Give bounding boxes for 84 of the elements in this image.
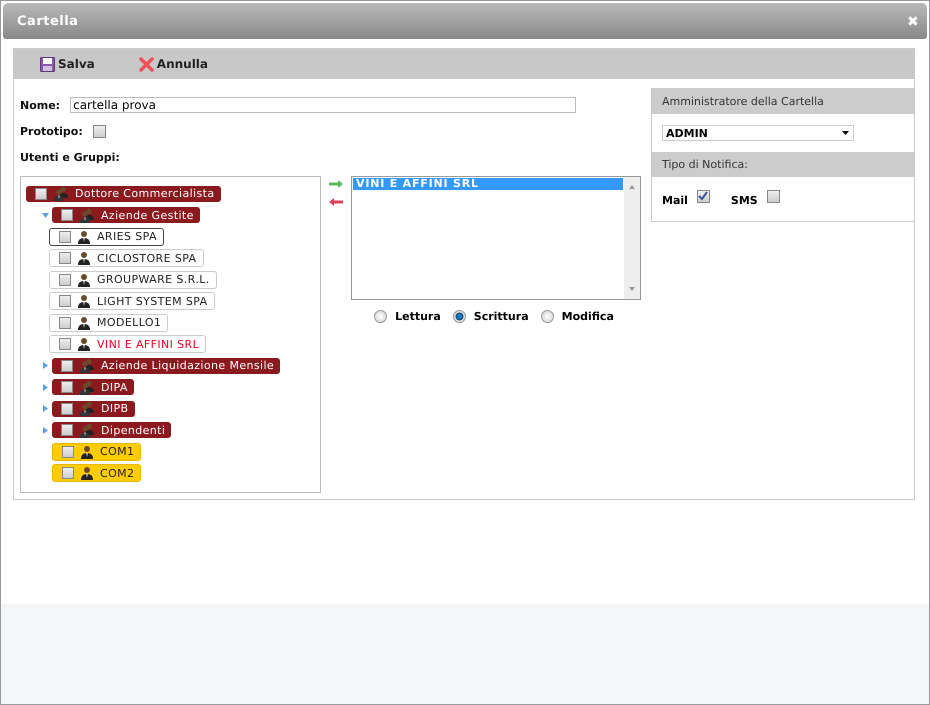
node-label: Dipendenti [101, 424, 166, 437]
name-field[interactable]: cartella prova [70, 97, 576, 113]
tree-node[interactable]: ARIES SPA [49, 228, 164, 246]
radio-button[interactable] [540, 310, 554, 323]
option-label: SMS [730, 194, 758, 206]
person-icon [77, 337, 91, 352]
radio-label: Scrittura [474, 310, 529, 323]
tree-node[interactable]: VINI E AFFINI SRL [49, 335, 206, 354]
section-header: Amministratore della Cartella [652, 89, 914, 114]
tree-node[interactable]: Dipendenti [52, 422, 172, 438]
tree-node[interactable]: CICLOSTORE SPA [49, 249, 204, 268]
collapse-icon[interactable] [39, 212, 52, 219]
people-icon [79, 208, 95, 223]
name-label: Nome: [20, 98, 60, 112]
node-label: LIGHT SYSTEM SPA [97, 294, 208, 308]
window-title: Cartella [17, 14, 78, 28]
person-icon [80, 444, 94, 459]
tree-node[interactable]: DIPB [52, 400, 134, 417]
save-button[interactable]: Salva [40, 56, 95, 72]
node-label: COM1 [100, 445, 134, 458]
admin-dropdown[interactable]: ADMIN [662, 125, 854, 141]
node-label: Aziende Gestite [101, 208, 194, 222]
checkbox[interactable] [59, 252, 71, 264]
node-label: GROUPWARE S.R.L. [97, 273, 210, 286]
checkbox[interactable] [766, 190, 780, 202]
checkbox[interactable] [61, 209, 73, 222]
person-icon [77, 272, 91, 287]
node-label: DIPA [101, 380, 128, 394]
tree-node[interactable]: GROUPWARE S.R.L. [49, 270, 217, 289]
section-header: Tipo di Notifica: [652, 152, 914, 177]
close-icon [138, 56, 154, 72]
person-icon [77, 251, 91, 266]
person-icon [77, 230, 91, 244]
checkbox[interactable] [61, 360, 73, 372]
checkbox[interactable] [35, 188, 47, 200]
person-icon [77, 316, 91, 330]
people-icon [79, 358, 95, 374]
people-icon [53, 186, 69, 202]
checkbox[interactable] [61, 424, 73, 436]
prototype-checkbox[interactable] [92, 124, 106, 138]
person-icon [80, 466, 94, 480]
checkbox[interactable] [696, 190, 710, 202]
radio-label: Lettura [395, 310, 441, 323]
add-arrow-icon[interactable] [329, 180, 343, 188]
node-label: CICLOSTORE SPA [97, 252, 196, 265]
checkbox[interactable] [61, 381, 73, 394]
person-icon [77, 294, 91, 308]
checkbox[interactable] [62, 467, 74, 480]
checkbox[interactable] [62, 446, 74, 458]
checkbox[interactable] [59, 230, 71, 243]
tree-node[interactable]: MODELLO1 [49, 314, 168, 332]
people-icon [79, 380, 95, 395]
checkbox[interactable] [59, 338, 71, 350]
scrollbar[interactable] [624, 177, 640, 299]
tree-node[interactable]: DIPA [52, 379, 134, 396]
node-label: DIPB [101, 402, 128, 416]
node-label: COM2 [100, 466, 134, 480]
tree-node[interactable]: COM1 [52, 442, 142, 461]
checkbox[interactable] [61, 402, 73, 415]
cancel-button[interactable]: Annulla [138, 56, 208, 72]
users-groups-label: Utenti e Gruppi: [20, 150, 120, 164]
node-label: ARIES SPA [97, 230, 157, 244]
prototype-label: Prototipo: [20, 124, 83, 138]
tree-node[interactable]: Dottore Commercialista [26, 186, 221, 202]
checkbox[interactable] [59, 295, 71, 308]
radio-button[interactable] [374, 310, 388, 323]
people-icon [79, 401, 95, 416]
checkbox[interactable] [59, 316, 71, 329]
people-icon [79, 422, 95, 438]
tree-node[interactable]: LIGHT SYSTEM SPA [49, 292, 215, 310]
node-label: VINI E AFFINI SRL [97, 338, 200, 351]
checkbox[interactable] [59, 274, 71, 286]
tree-node[interactable]: Aziende Liquidazione Mensile [52, 358, 280, 374]
node-label: Aziende Liquidazione Mensile [101, 359, 274, 372]
remove-arrow-icon[interactable] [329, 198, 343, 206]
caret-icon [842, 131, 849, 135]
tree-node[interactable]: COM2 [52, 464, 142, 482]
node-label: MODELLO1 [97, 316, 162, 330]
floppy-icon [40, 56, 55, 72]
radio-button[interactable] [452, 310, 466, 323]
option-label: Mail [662, 194, 688, 206]
node-label: Dottore Commercialista [75, 187, 215, 200]
tree-node[interactable]: Aziende Gestite [52, 207, 200, 224]
radio-label: Modifica [562, 310, 614, 323]
